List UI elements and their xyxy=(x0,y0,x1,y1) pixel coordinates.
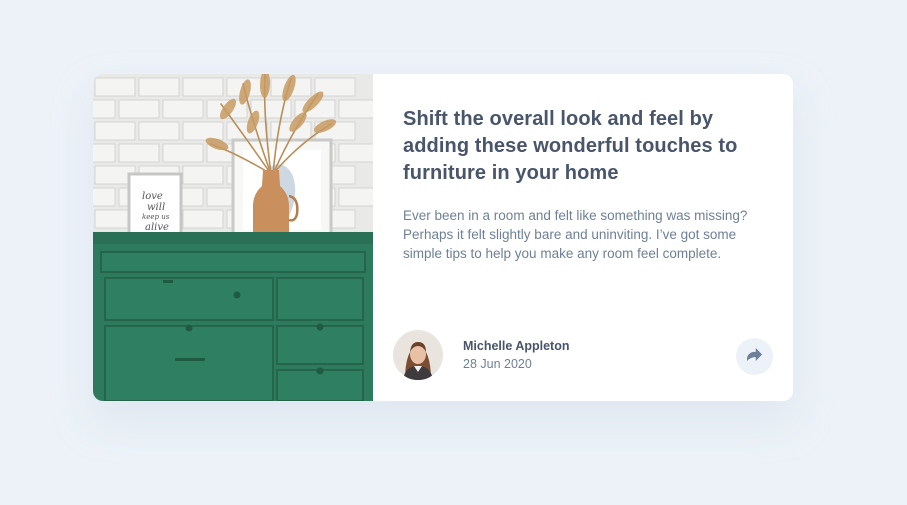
article-title[interactable]: Shift the overall look and feel by addin… xyxy=(403,106,753,187)
svg-text:love: love xyxy=(142,191,163,202)
share-icon xyxy=(747,347,762,366)
article-description: Ever been in a room and felt like someth… xyxy=(403,208,748,261)
author-name: Michelle Appleton xyxy=(463,339,570,353)
article-preview-card: love will keep us alive Shift the overal… xyxy=(93,74,793,401)
svg-text:keep us: keep us xyxy=(142,213,170,221)
card-content: Shift the overall look and feel by addin… xyxy=(373,74,793,401)
share-button[interactable] xyxy=(736,338,773,375)
furniture-photo: love will keep us alive xyxy=(93,74,373,401)
author-block: Michelle Appleton 28 Jun 2020 xyxy=(393,330,570,380)
author-meta: Michelle Appleton 28 Jun 2020 xyxy=(463,337,570,373)
svg-text:will: will xyxy=(147,202,165,213)
post-date: 28 Jun 2020 xyxy=(463,357,532,371)
avatar xyxy=(393,330,443,380)
svg-text:alive: alive xyxy=(145,222,169,233)
